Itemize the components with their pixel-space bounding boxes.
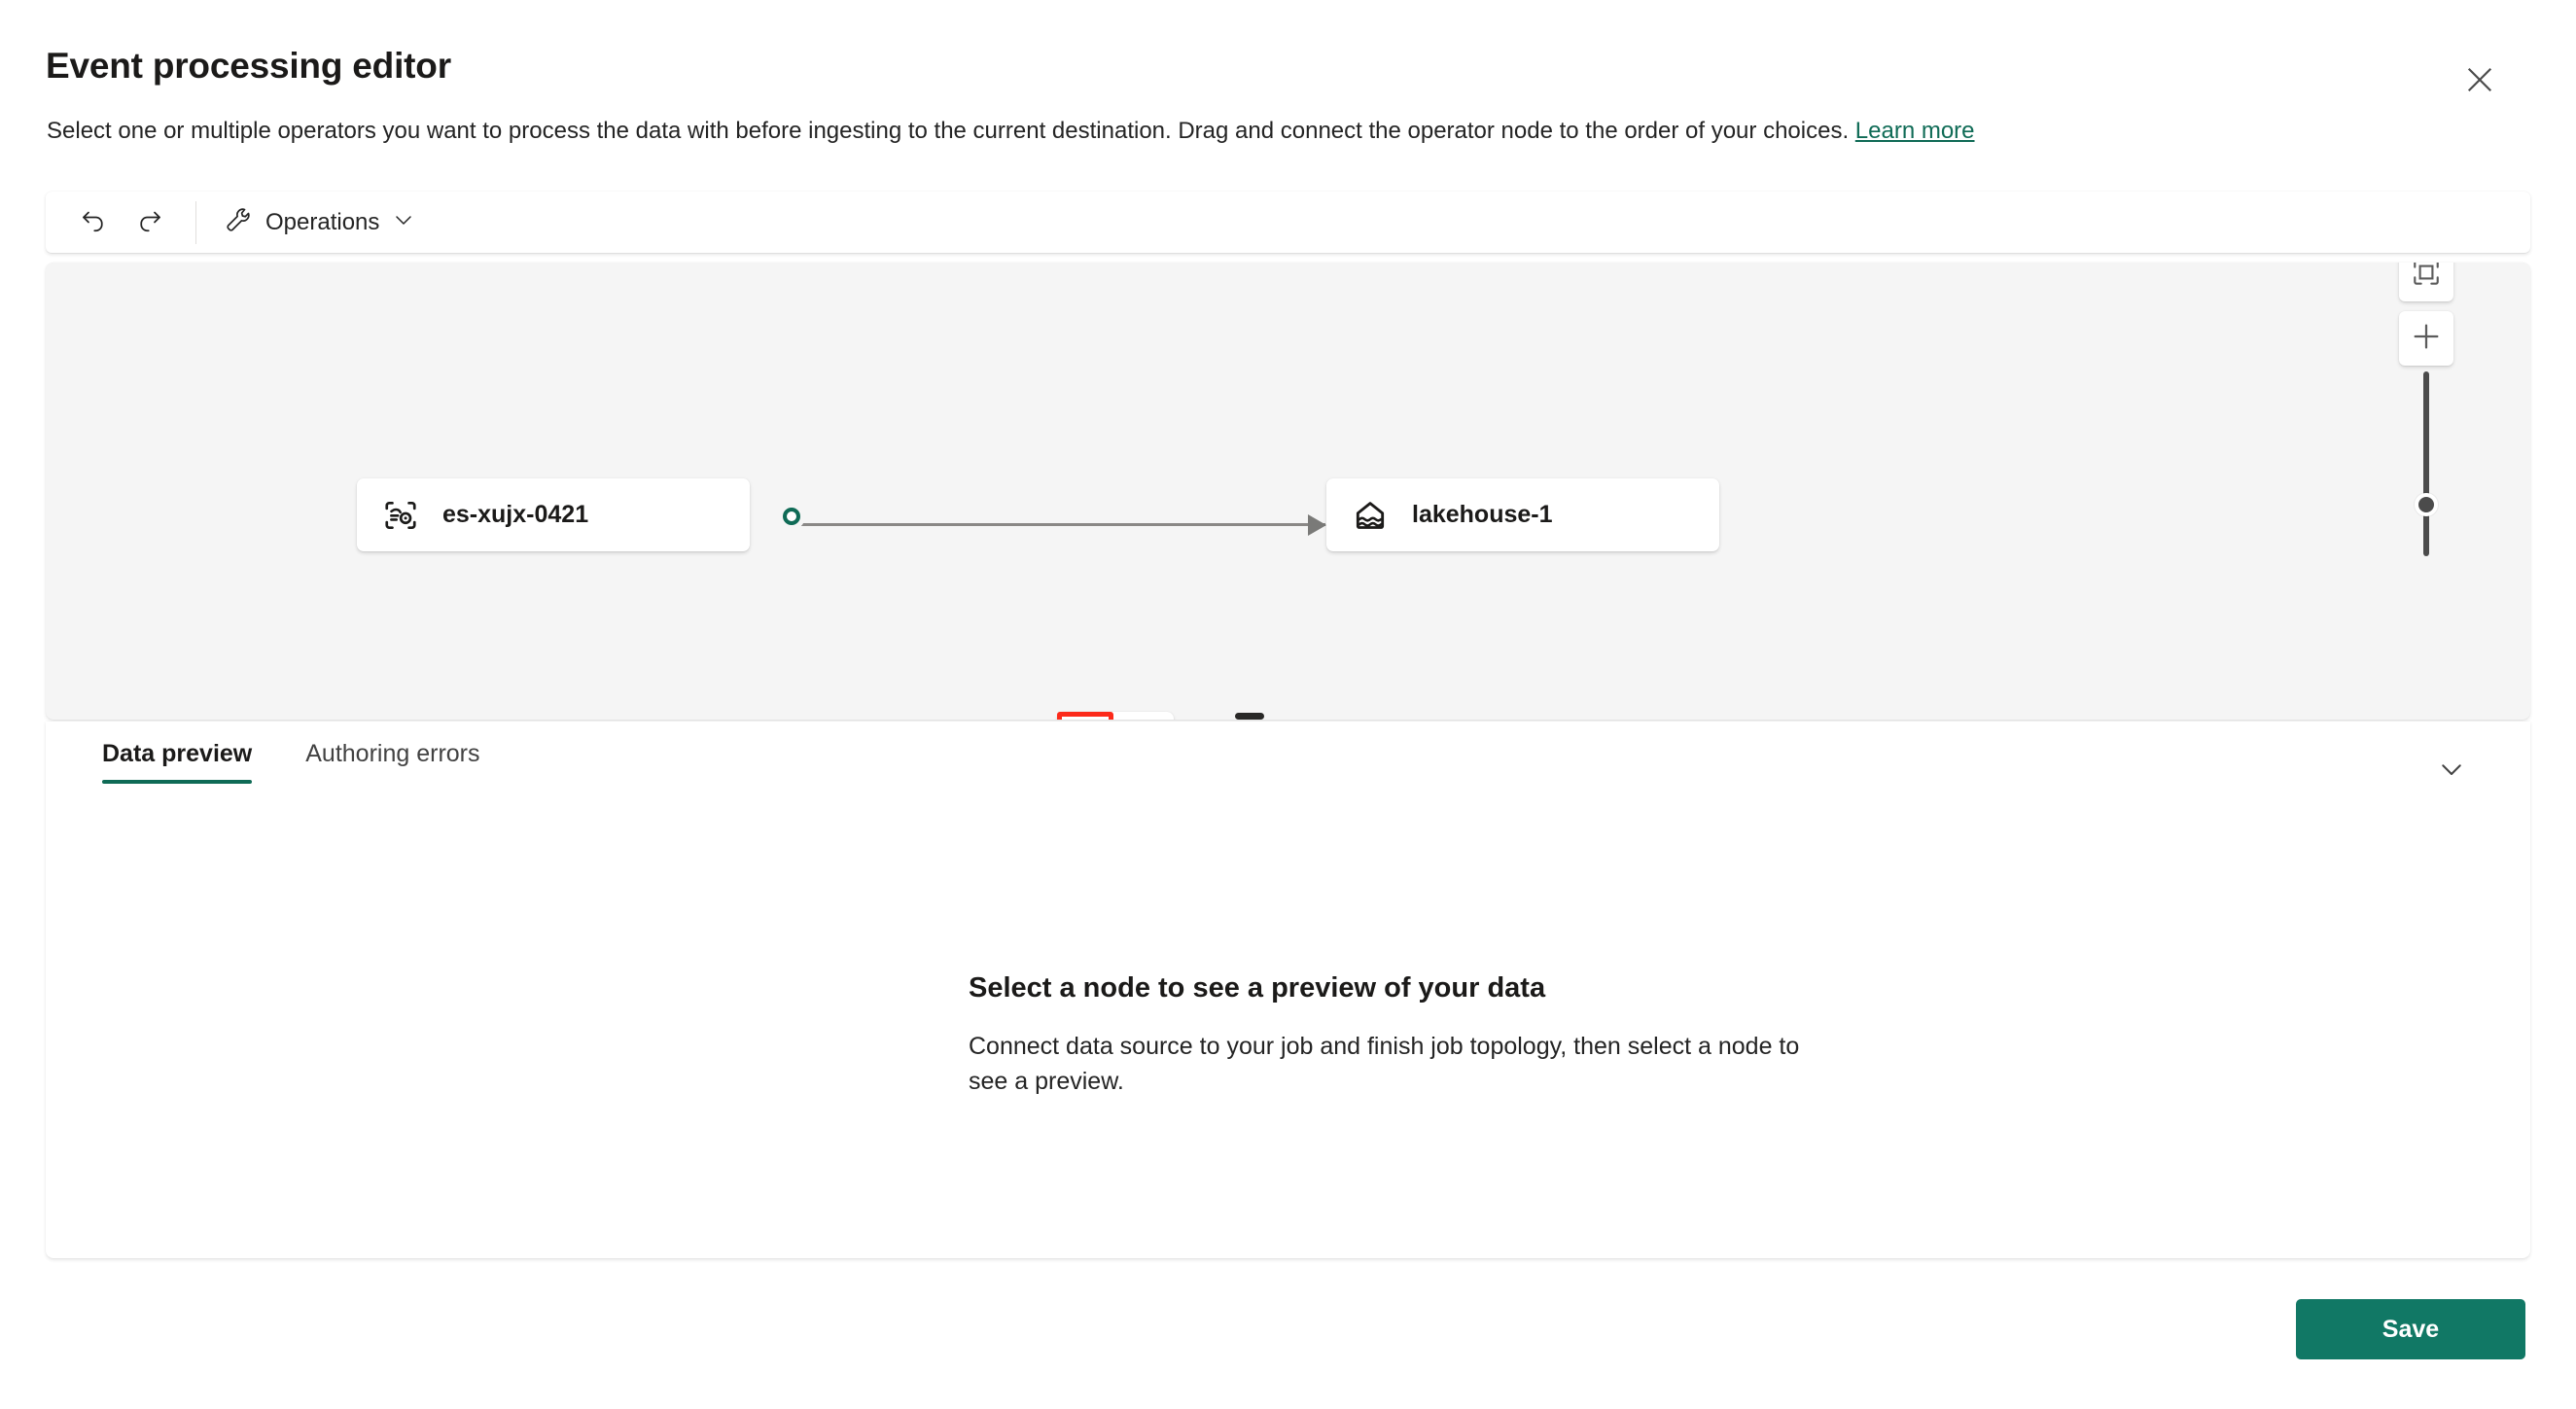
resize-handle[interactable] (1235, 713, 1264, 720)
undo-icon (79, 205, 108, 239)
dialog-header: Event processing editor Select one or mu… (0, 0, 2576, 170)
close-button[interactable] (2457, 57, 2502, 102)
connection-edge[interactable] (785, 523, 1325, 526)
tab-authoring-errors[interactable]: Authoring errors (305, 723, 479, 784)
chevron-down-icon (2437, 755, 2466, 789)
fit-to-screen-button[interactable] (2399, 263, 2453, 301)
tab-data-preview[interactable]: Data preview (102, 723, 253, 784)
operations-label: Operations (265, 208, 380, 235)
delete-edge-button[interactable] (1113, 712, 1174, 720)
source-output-port[interactable] (783, 508, 800, 525)
tab-authoring-errors-label: Authoring errors (305, 739, 480, 767)
dialog-subtitle: Select one or multiple operators you wan… (47, 116, 1975, 146)
operations-menu-button[interactable]: Operations (210, 197, 429, 248)
empty-state-description: Connect data source to your job and fini… (969, 1033, 1800, 1095)
page-title: Event processing editor (46, 46, 451, 86)
fit-to-screen-icon (2411, 263, 2442, 293)
add-operator-button[interactable] (1057, 712, 1113, 720)
canvas-zoom-controls (2378, 263, 2465, 720)
editor-toolbar: Operations (46, 192, 2530, 253)
empty-state-title: Select a node to see a preview of your d… (969, 972, 1546, 1004)
empty-state: Select a node to see a preview of your d… (969, 972, 1844, 1099)
event-processing-editor-dialog: Event processing editor Select one or mu… (0, 0, 2576, 1409)
learn-more-link[interactable]: Learn more (1855, 118, 1975, 144)
zoom-slider-track[interactable] (2423, 371, 2429, 556)
wrench-icon (224, 205, 253, 239)
save-button[interactable]: Save (2296, 1299, 2525, 1359)
preview-tabs: Data preview Authoring errors (46, 722, 2530, 784)
chevron-down-icon (392, 208, 415, 236)
redo-button[interactable] (122, 197, 178, 248)
node-source-label: es-xujx-0421 (442, 501, 589, 528)
eventstream-icon (381, 496, 420, 535)
node-destination-label: lakehouse-1 (1412, 501, 1553, 528)
node-destination-lakehouse[interactable]: lakehouse-1 (1326, 478, 1719, 551)
collapse-pane-button[interactable] (2429, 749, 2474, 793)
lakehouse-icon (1351, 496, 1390, 535)
pipeline-canvas[interactable]: es-xujx-0421 lakehouse-1 (46, 263, 2530, 720)
node-source-eventstream[interactable]: es-xujx-0421 (357, 478, 750, 551)
arrow-right-icon (1308, 514, 1326, 536)
toolbar-divider (195, 200, 196, 244)
plus-icon (2410, 320, 2443, 358)
zoom-slider-thumb[interactable] (2415, 493, 2438, 516)
edge-toolbar (1057, 712, 1174, 720)
redo-icon (135, 205, 164, 239)
history-button-group (46, 192, 178, 253)
undo-button[interactable] (65, 197, 122, 248)
close-icon (2466, 66, 2493, 93)
zoom-in-button[interactable] (2399, 311, 2453, 366)
subtitle-text: Select one or multiple operators you wan… (47, 118, 1850, 144)
tab-data-preview-label: Data preview (102, 739, 253, 767)
